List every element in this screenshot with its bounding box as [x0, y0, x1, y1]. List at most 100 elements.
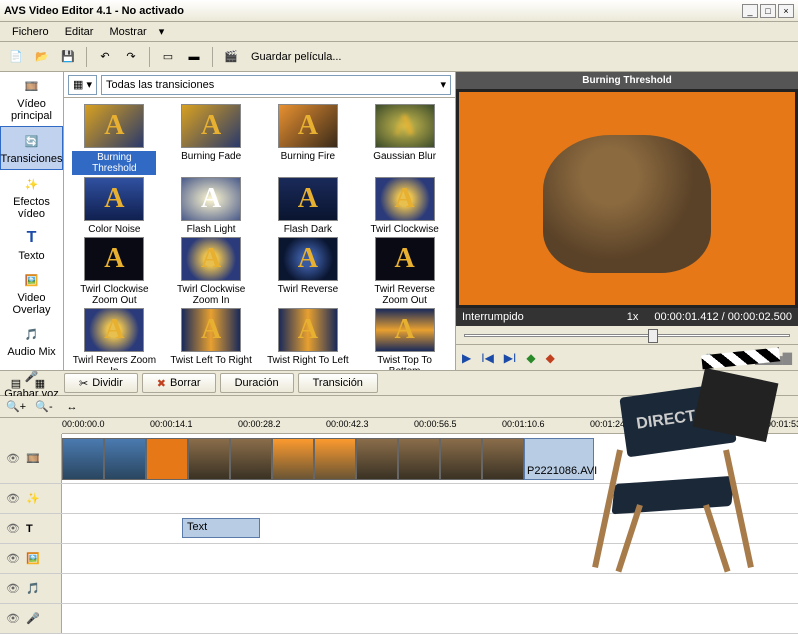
- volume-indicator[interactable]: ▁▃▅▇: [755, 351, 792, 365]
- transition-label: Twirl Reverse: [278, 284, 339, 295]
- transition-label: Flash Dark: [284, 224, 332, 235]
- transition-preview: A: [181, 237, 241, 281]
- aspect1-button[interactable]: ▭: [156, 45, 180, 69]
- ruler-mark: 00:01:24.7: [590, 419, 633, 429]
- transition-thumb[interactable]: ATwist Left To Right: [167, 308, 256, 370]
- sidebar-item-audiomix[interactable]: 🎵Audio Mix: [0, 320, 63, 362]
- visibility-toggle[interactable]: 👁: [6, 492, 20, 505]
- video-clips[interactable]: [62, 438, 524, 480]
- zoom-fit-button[interactable]: ↔: [60, 395, 84, 419]
- sidebar-item-efectos[interactable]: ✨Efectos vídeo: [0, 170, 63, 224]
- prev-frame-button[interactable]: I◀: [481, 351, 494, 365]
- next-frame-button[interactable]: ▶I: [504, 351, 517, 365]
- timeline-view-button[interactable]: ▤: [4, 371, 28, 395]
- ruler-mark: 00:00:14.1: [150, 419, 193, 429]
- transition-thumb[interactable]: ATwirl Reverse Zoom Out: [360, 237, 449, 306]
- transition-thumb[interactable]: AFlash Dark: [264, 177, 353, 235]
- undo-button[interactable]: ↶: [93, 45, 117, 69]
- transition-thumb[interactable]: AFlash Light: [167, 177, 256, 235]
- transition-label: Twirl Clockwise Zoom In: [169, 284, 253, 306]
- produce-icon[interactable]: 🎬: [219, 45, 243, 69]
- transitions-grid: ABurning ThresholdABurning FadeABurning …: [64, 98, 455, 370]
- visibility-toggle[interactable]: 👁: [6, 582, 20, 595]
- view-dropdown[interactable]: ▦ ▾: [68, 75, 97, 95]
- text-track-icon: T: [26, 523, 33, 535]
- sidebar-item-video-principal[interactable]: 🎞️Vídeo principal: [0, 72, 63, 126]
- mute-button[interactable]: 🔊: [730, 351, 745, 365]
- transition-thumb[interactable]: A Twirl Clockwise Zoom In: [167, 237, 256, 306]
- track-overlay: 👁 🖼️: [0, 544, 798, 574]
- transition-thumb[interactable]: ATwirl Clockwise: [360, 177, 449, 235]
- overlay-track-icon: 🖼️: [26, 552, 40, 565]
- redo-button[interactable]: ↷: [119, 45, 143, 69]
- preview-slider[interactable]: [456, 326, 798, 344]
- aspect2-button[interactable]: ▬: [182, 45, 206, 69]
- filter-dropdown[interactable]: Todas las transiciones▾: [101, 75, 451, 95]
- snapshot-button[interactable]: 📷: [705, 351, 720, 365]
- open-button[interactable]: 📂: [30, 45, 54, 69]
- transition-thumb[interactable]: ABurning Fire: [264, 104, 353, 175]
- save-button[interactable]: 💾: [56, 45, 80, 69]
- visibility-toggle[interactable]: 👁: [6, 452, 20, 465]
- mark-in-button[interactable]: ◆: [526, 351, 535, 365]
- transition-thumb[interactable]: AColor Noise: [70, 177, 159, 235]
- transition-thumb[interactable]: ATwirl Revers Zoom In: [70, 308, 159, 370]
- menu-edit[interactable]: Editar: [57, 24, 102, 40]
- new-button[interactable]: 📄: [4, 45, 28, 69]
- transition-thumb[interactable]: ATwirl Clockwise Zoom Out: [70, 237, 159, 306]
- zoom-out-button[interactable]: 🔍-: [32, 395, 56, 419]
- transition-label: Twirl Reverse Zoom Out: [363, 284, 447, 306]
- duration-button[interactable]: Duración: [220, 373, 294, 393]
- ruler-mark: 00:01:38.8: [678, 419, 721, 429]
- ruler-mark: 00:00:28.2: [238, 419, 281, 429]
- menu-view[interactable]: Mostrar: [101, 24, 154, 40]
- transition-label: Twist Left To Right: [170, 355, 252, 366]
- transition-label: Twirl Clockwise: [370, 224, 438, 235]
- visibility-toggle[interactable]: 👁: [6, 522, 20, 535]
- sidebar-item-transiciones[interactable]: 🔄Transiciones: [0, 126, 63, 170]
- track-voice: 👁🎤: [0, 604, 798, 634]
- mark-out-button[interactable]: ◆: [546, 351, 555, 365]
- preview-image: [543, 135, 711, 273]
- transition-icon: 🔄: [22, 131, 42, 151]
- track-effects-body[interactable]: [62, 484, 798, 513]
- voice-track-icon: 🎤: [26, 612, 40, 625]
- storyboard-view-button[interactable]: ▦: [28, 371, 52, 395]
- transition-label: Gaussian Blur: [373, 151, 436, 162]
- titlebar: AVS Video Editor 4.1 - No activado _ □ ×: [0, 0, 798, 22]
- transition-thumb[interactable]: ATwist Top To Bottom: [360, 308, 449, 370]
- play-button[interactable]: ▶: [462, 351, 471, 365]
- sidebar: 🎞️Vídeo principal 🔄Transiciones ✨Efectos…: [0, 72, 64, 370]
- track-overlay-body[interactable]: [62, 544, 798, 573]
- transition-thumb[interactable]: AGaussian Blur: [360, 104, 449, 175]
- visibility-toggle[interactable]: 👁: [6, 552, 20, 565]
- film-icon: 🎞️: [22, 76, 42, 96]
- timeline-ruler[interactable]: 00:00:00.000:00:14.100:00:28.200:00:42.3…: [62, 418, 798, 434]
- track-audiomix-body[interactable]: [62, 574, 798, 603]
- sidebar-item-texto[interactable]: TTexto: [0, 224, 63, 266]
- text-clip[interactable]: Text: [182, 518, 260, 538]
- transition-thumb[interactable]: ABurning Threshold: [70, 104, 159, 175]
- transition-button[interactable]: Transición: [298, 373, 378, 393]
- transition-label: Burning Fade: [181, 151, 241, 162]
- close-button[interactable]: ×: [778, 4, 794, 18]
- menu-file[interactable]: Fichero: [4, 24, 57, 40]
- track-voice-body[interactable]: [62, 604, 798, 633]
- track-text-body[interactable]: Text: [62, 514, 798, 543]
- visibility-toggle[interactable]: 👁: [6, 612, 20, 625]
- transition-thumb[interactable]: ABurning Fade: [167, 104, 256, 175]
- transition-preview: A: [278, 104, 338, 148]
- video-clip-tail[interactable]: P2221086.AVI: [524, 438, 594, 480]
- zoom-in-button[interactable]: 🔍+: [4, 395, 28, 419]
- delete-button[interactable]: ✖Borrar: [142, 373, 216, 393]
- sidebar-item-overlay[interactable]: 🖼️Video Overlay: [0, 266, 63, 320]
- track-video-body[interactable]: P2221086.AVI: [62, 434, 798, 483]
- minimize-button[interactable]: _: [742, 4, 758, 18]
- transition-preview: A: [181, 177, 241, 221]
- split-button[interactable]: ✂Dividir: [64, 373, 138, 393]
- preview-time-current: 00:00:01.412: [654, 311, 718, 323]
- maximize-button[interactable]: □: [760, 4, 776, 18]
- transition-thumb[interactable]: ATwirl Reverse: [264, 237, 353, 306]
- save-movie-button[interactable]: Guardar película...: [245, 51, 348, 63]
- transition-thumb[interactable]: ATwist Right To Left: [264, 308, 353, 370]
